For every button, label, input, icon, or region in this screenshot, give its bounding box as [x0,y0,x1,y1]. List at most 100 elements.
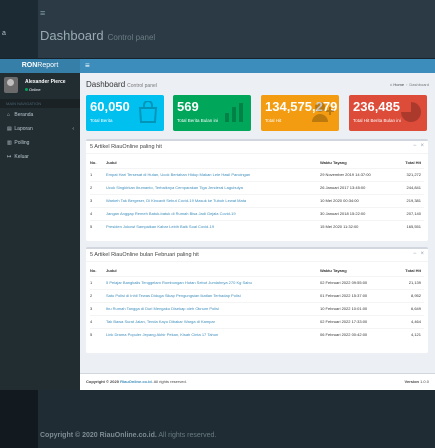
row-number: 3 [90,301,106,315]
table-row: 3 Warkeh Tak Bergeser, Di Kincavit Sebut … [90,193,424,207]
bar-chart-icon [225,103,243,122]
breadcrumb-dashboard: Dashboard [409,82,429,87]
sidebar-item-beranda[interactable]: ⌂ Beranda [0,110,80,121]
book-icon: ▤ [7,126,12,132]
table-row: 5 Link Drama Populer Jepang Akhir Pekan, … [90,327,424,341]
stat-value: 236,485 [353,99,400,114]
column-header: Total Hit [394,266,424,277]
table-row: 4 Jangan Anggap Remeh Batuk-batuk di Ruma… [90,206,424,220]
background-page-title: Dashboard Control panel [40,28,156,43]
panel-header: 5 Artikel RiauOnline bulan Februari pali… [86,249,428,262]
stat-label: Total Berita [90,118,113,123]
stat-hit-bulan-ini: 236,485 Total Hit Berita Bulan ini [349,95,427,131]
panel-title: 5 Artikel RiauOnline bulan Februari pali… [90,252,199,258]
breadcrumb: ⌂ Home › Dashboard [389,82,429,87]
close-icon[interactable]: × [420,143,424,149]
publish-time: 10 Mei 2020 00:34:00 [320,193,390,207]
close-icon[interactable]: × [420,251,424,257]
publish-time: 30 Januari 2018 15:22:00 [320,206,390,220]
article-link[interactable]: Tak Bawa Surat Jalan, Tenda Kayu Dibakar… [106,314,320,328]
chevron-left-icon: ‹ [72,126,74,132]
stat-label: Total Hit [265,118,282,123]
row-number: 2 [90,288,106,302]
panel-tools: − × [409,143,424,149]
column-header: Judul [106,266,320,277]
publish-time: 26 Januari 2017 13:45:00 [320,180,390,194]
column-header: Judul [106,158,320,169]
hit-count: 165,551 [390,219,424,233]
publish-time: 10 Februari 2022 10:01:00 [320,301,394,315]
top-articles-panel: 5 Artikel RiauOnline paling hit − × No. J… [86,139,428,241]
article-link[interactable]: Satu Polisi di Inhil Tewas Diduga Sikap … [106,288,320,302]
row-number: 5 [90,327,106,341]
top-navbar: RONReport ≡ [0,59,435,73]
stat-value: 569 [177,99,199,114]
background-footer: Copyright © 2020 RiauOnline.co.id. All r… [40,432,217,439]
user-add-icon [312,102,334,122]
publish-time: 02 Februari 2022 17:33:00 [320,314,394,328]
footer-brand-link[interactable]: RiauOnline.co.id. [120,379,153,384]
column-header: Waktu Tayang [320,266,394,277]
breadcrumb-home[interactable]: Home [393,82,404,87]
panel-header: 5 Artikel RiauOnline paling hit − × [86,141,428,154]
bar-chart-icon: ▥ [7,140,12,146]
article-link[interactable]: Presiden Jokowi Sampaikan Kabar Lebih Ba… [106,219,320,233]
pie-chart-icon [401,102,421,122]
row-number: 3 [90,193,106,207]
hit-count: 4,121 [394,327,424,341]
user-name: Alexander Pierce [25,79,66,85]
stat-label: Total Berita Bulan ini [177,118,219,123]
table-row: 2 Satu Polisi di Inhil Tewas Diduga Sikap… [90,288,424,302]
nav-header: MAIN NAVIGATION [0,99,80,108]
shopping-bag-icon [138,101,158,123]
sidebar-item-keluar[interactable]: ↦ Keluar [0,152,80,163]
sidebar-item-polling[interactable]: ▥ Polling [0,138,80,149]
background-menu-icon: ≡ [40,8,46,18]
app-logo[interactable]: RONReport [0,59,80,73]
stat-value: 60,050 [90,99,130,114]
page-footer: Copyright © 2020 RiauOnline.co.id. All r… [80,373,435,390]
article-link[interactable]: Ucok Singkirkan Ibumanto, Terbaiknya Cem… [106,180,320,194]
row-number: 1 [90,167,106,181]
publish-time: 01 Februari 2022 15:37:00 [320,288,394,302]
row-number: 1 [90,275,106,289]
background-sidebar-bottom [0,390,38,448]
publish-time: 15 Mei 2020 11:32:00 [320,219,390,233]
background-footer-area [0,390,435,448]
hit-count: 8,952 [394,288,424,302]
article-link[interactable]: Jangan Anggap Remeh Batuk-batuk di Rumah… [106,206,320,220]
table-row: 15 Pelajar Bangkalis Tenggelam Rombongan… [90,275,424,289]
hit-count: 244,841 [390,180,424,194]
avatar [4,77,18,93]
article-link[interactable]: Link Drama Populer Jepang Akhir Pekan, K… [106,327,320,341]
home-icon: ⌂ [7,112,11,118]
article-link[interactable]: 5 Pelajar Bangkalis Tenggelam Rombongan … [106,275,320,289]
column-header: No. [90,158,106,169]
hit-count: 219,381 [390,193,424,207]
top-articles-table: No. Judul Waktu Tayang Total Hit 1 Empat … [90,158,424,233]
article-link[interactable]: Ibu Rumah Tangga di Duri Mengaku Disekap… [106,301,320,315]
home-icon: ⌂ [389,82,393,87]
february-articles-table: No. Judul Waktu Tayang Total Hit 15 Pela… [90,266,424,341]
dashboard-window: RONReport ≡ Alexander Pierce Online MAIN… [0,59,435,390]
hit-count: 6,649 [394,301,424,315]
row-number: 4 [90,314,106,328]
sign-out-icon: ↦ [7,154,12,160]
hit-count: 21,139 [394,275,424,289]
collapse-icon[interactable]: − [413,251,417,257]
sidebar-item-laporan[interactable]: ▤ Laporan ‹ [0,124,80,135]
sidebar-toggle-icon[interactable]: ≡ [85,61,90,71]
article-link[interactable]: Warkeh Tak Bergeser, Di Kincavit Sebut C… [106,193,320,207]
page-title: Dashboard Control panel [86,80,157,89]
article-link[interactable]: Empat Hari Tersesat di Hutan, Ucok Berta… [106,167,320,181]
table-row: 5 Presiden Jokowi Sampaikan Kabar Lebih B… [90,219,424,233]
row-number: 5 [90,219,106,233]
column-header: No. [90,266,106,277]
panel-tools: − × [409,251,424,257]
background-logo-area [0,0,38,58]
user-panel: Alexander Pierce Online [0,73,80,99]
copyright-text: Copyright © 2020 [86,379,119,384]
publish-time: 02 Februari 2022 09:55:00 [320,275,394,289]
table-row: 4 Tak Bawa Surat Jalan, Tenda Kayu Dibaka… [90,314,424,328]
collapse-icon[interactable]: − [413,143,417,149]
